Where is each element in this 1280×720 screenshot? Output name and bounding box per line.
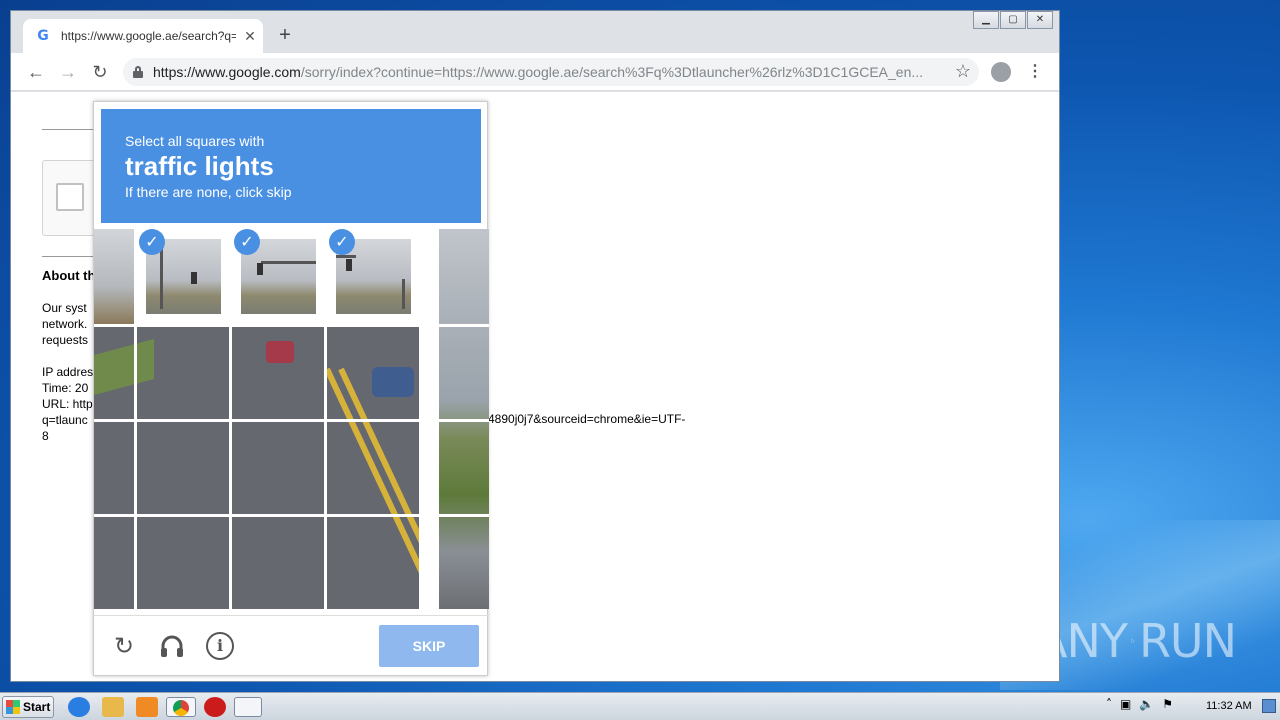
browser-tab[interactable]: G https://www.google.ae/search?q=tl ✕: [23, 19, 263, 53]
chrome-taskbar-icon[interactable]: [166, 697, 196, 717]
headphones-icon: [161, 635, 183, 657]
volume-icon[interactable]: 🔈: [1139, 697, 1154, 711]
browser-titlebar: G https://www.google.ae/search?q=tl ✕ + …: [11, 11, 1059, 53]
media-player-icon[interactable]: [136, 697, 158, 717]
tray-expand-icon[interactable]: ˄: [1106, 697, 1112, 711]
page-body-text: Our syst network. requests IP addres Tim…: [42, 301, 94, 443]
signal-pole: [160, 244, 163, 309]
start-label: Start: [23, 700, 51, 714]
explorer-folder-icon[interactable]: [102, 697, 124, 717]
signal-arm: [261, 261, 316, 264]
ie-icon[interactable]: [68, 697, 90, 717]
audio-challenge-icon[interactable]: [158, 632, 186, 660]
captcha-header: Select all squares with traffic lights I…: [101, 109, 481, 223]
taskbar-clock[interactable]: 11:32 AM: [1206, 700, 1252, 712]
url-tail-text: 4890j0j7&sourceid=chrome&ie=UTF-: [488, 412, 686, 426]
traffic-light: [191, 272, 197, 284]
google-favicon-icon: G: [37, 28, 49, 44]
car: [266, 341, 294, 363]
captcha-target: traffic lights: [125, 151, 274, 181]
selected-tile-row: [134, 229, 420, 324]
network-icon[interactable]: ▣: [1120, 697, 1131, 711]
action-center-flag-icon[interactable]: ⚑: [1162, 697, 1173, 711]
browser-toolbar: ← → ↻ https://www.google.com/sorry/index…: [11, 53, 1059, 91]
street-image-edge-left: [94, 229, 134, 324]
traffic-light: [346, 259, 352, 271]
grid-line: [94, 324, 489, 327]
opera-icon[interactable]: [204, 697, 226, 717]
grid-line: [94, 419, 489, 422]
system-tray: ˄ ▣ 🔈 ⚑: [1106, 697, 1181, 711]
address-bar[interactable]: https://www.google.com/sorry/index?conti…: [123, 58, 979, 86]
show-desktop-button[interactable]: [1262, 699, 1276, 713]
grid-line: [94, 514, 489, 517]
back-arrow-icon[interactable]: ←: [25, 61, 47, 83]
close-window-button[interactable]: ✕: [1027, 11, 1053, 29]
tab-title: https://www.google.ae/search?q=tl: [61, 29, 236, 43]
captcha-footer: ↻ i SKIP: [94, 615, 489, 677]
url-path: /sorry/index?continue=https://www.google…: [300, 64, 924, 80]
selected-check-icon: ✓: [139, 229, 165, 255]
play-logo-icon: [1131, 638, 1135, 644]
anyrun-watermark: ANY RUN: [1036, 606, 1237, 676]
selected-check-icon: ✓: [329, 229, 355, 255]
window-controls: ▁ ▢ ✕: [972, 11, 1053, 29]
captcha-instruction: Select all squares with: [125, 133, 265, 149]
url-text[interactable]: https://www.google.com/sorry/index?conti…: [153, 64, 933, 80]
captcha-challenge-popup: Select all squares with traffic lights I…: [93, 101, 489, 677]
watermark-right-text: RUN: [1138, 614, 1237, 668]
app-taskbar-icon[interactable]: [234, 697, 262, 717]
signal-arm: [336, 255, 356, 258]
reload-challenge-icon[interactable]: ↻: [110, 632, 138, 660]
minimize-button[interactable]: ▁: [973, 11, 999, 29]
forward-arrow-icon[interactable]: →: [57, 61, 79, 83]
captcha-image-grid: ✓ ✓ ✓: [94, 229, 489, 609]
signal-pole: [402, 279, 405, 309]
skip-button[interactable]: SKIP: [379, 625, 479, 667]
car: [372, 367, 414, 397]
maximize-button[interactable]: ▢: [1000, 11, 1026, 29]
about-heading: About th: [42, 268, 96, 283]
reload-icon[interactable]: ↻: [89, 61, 111, 83]
captcha-skip-hint: If there are none, click skip: [125, 184, 292, 200]
recaptcha-checkbox[interactable]: [56, 183, 84, 211]
windows-logo-icon: [6, 700, 20, 714]
chrome-logo-icon: [173, 700, 189, 716]
traffic-light: [257, 263, 263, 275]
profile-icon[interactable]: [991, 62, 1011, 82]
start-button[interactable]: Start: [2, 696, 54, 718]
tab-close-icon[interactable]: ✕: [242, 28, 258, 45]
selected-check-icon: ✓: [234, 229, 260, 255]
star-icon[interactable]: ☆: [955, 61, 971, 82]
info-icon[interactable]: i: [206, 632, 234, 660]
menu-dots-icon[interactable]: ⋮: [1027, 61, 1043, 81]
lock-icon: [133, 66, 143, 78]
url-host: https://www.google.com: [153, 64, 301, 80]
taskbar: Start ˄ ▣ 🔈 ⚑ 11:32 AM: [0, 692, 1280, 720]
new-tab-button[interactable]: +: [275, 25, 295, 45]
